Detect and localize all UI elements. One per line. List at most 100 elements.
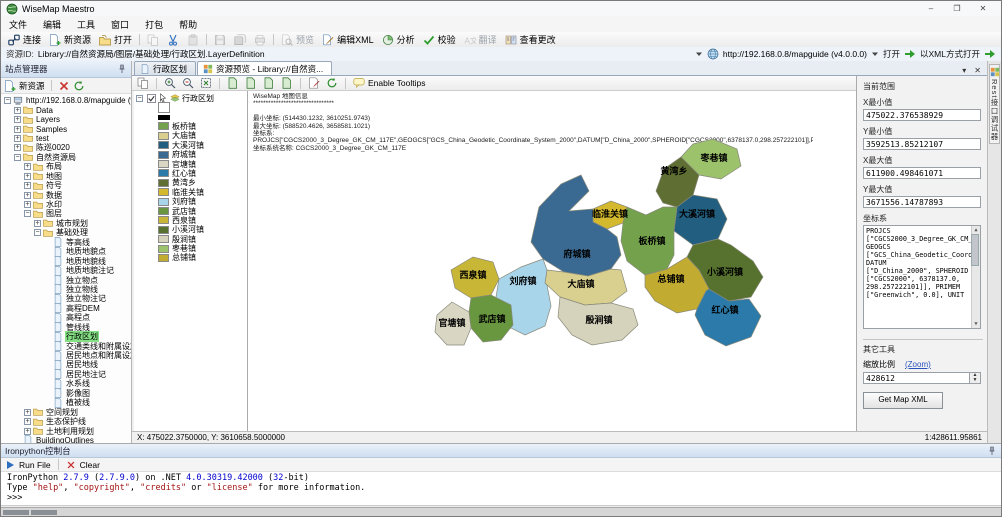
tree-expander-icon[interactable]: +	[24, 163, 31, 170]
tree-item-自然资源局[interactable]: −自然资源局	[1, 153, 131, 162]
open-xml-button[interactable]: 以XML方式打开	[920, 48, 980, 60]
enable-tooltips-toggle[interactable]: Enable Tooltips	[351, 77, 428, 89]
coordsys-textarea[interactable]: PROJCS ["CGCS2000_3_Degree_GK_CM_117E", …	[863, 225, 981, 329]
coordsys-scrollbar[interactable]: ▲▼	[971, 226, 980, 328]
tree-expander-icon[interactable]: +	[14, 135, 21, 142]
connect-button[interactable]: 连接	[4, 33, 45, 47]
tree-expander-icon[interactable]: +	[24, 173, 31, 180]
cut-button[interactable]	[163, 33, 183, 47]
edit-style-button[interactable]	[306, 77, 322, 89]
tree-item-布局[interactable]: +布局	[1, 162, 131, 171]
tree-expander-icon[interactable]: +	[14, 107, 21, 114]
tab-close-icon[interactable]: ✕	[974, 66, 981, 75]
tree-expander-icon[interactable]: −	[24, 210, 31, 217]
tree-expander-icon[interactable]: +	[14, 116, 21, 123]
tree-expander-icon[interactable]: +	[24, 428, 31, 435]
open-xml-arrow-icon[interactable]	[984, 48, 996, 60]
refresh-button[interactable]	[324, 77, 340, 89]
legend-item-总铺镇[interactable]: 总铺镇	[158, 253, 247, 262]
zoom-out-button[interactable]	[180, 77, 196, 89]
refresh-icon[interactable]	[73, 80, 85, 92]
paste-button[interactable]	[183, 33, 203, 47]
get-map-xml-button[interactable]: Get Map XML	[863, 392, 943, 409]
preview-option-button-4[interactable]	[279, 77, 295, 89]
map-canvas[interactable]: WiseMap 地图信息 ***************************…	[248, 91, 856, 431]
tree-expander-icon[interactable]: +	[24, 182, 31, 189]
zoom-link[interactable]: (Zoom)	[905, 360, 931, 369]
clear-button[interactable]: Clear	[80, 460, 100, 470]
tree-item-水印[interactable]: +水印	[1, 200, 131, 209]
tree-item-Layers[interactable]: +Layers	[1, 115, 131, 124]
legend-style-swatch[interactable]	[158, 103, 247, 112]
profile-button[interactable]: 分析	[378, 33, 419, 47]
save-button[interactable]	[210, 33, 230, 47]
pin-icon[interactable]	[987, 446, 997, 456]
legend-root-row[interactable]: −行政区划	[136, 93, 247, 103]
tree-expander-icon[interactable]: −	[4, 97, 11, 104]
sidebar-new-resource-button[interactable]: 新资源	[19, 80, 45, 92]
menu-item-3[interactable]: 窗口	[103, 16, 137, 33]
tab-list-dropdown-icon[interactable]: ▾	[962, 66, 966, 75]
print-button[interactable]	[250, 33, 270, 47]
menu-item-1[interactable]: 编辑	[35, 16, 69, 33]
minimize-button[interactable]: –	[918, 4, 944, 13]
maximize-button[interactable]: ❐	[944, 4, 970, 13]
extent-field-input[interactable]	[863, 109, 981, 121]
extent-field-input[interactable]	[863, 196, 981, 208]
zoom-extents-button[interactable]	[198, 77, 214, 89]
tree-expander-icon[interactable]: −	[34, 229, 41, 236]
tree-item-符号[interactable]: +符号	[1, 181, 131, 190]
history-dropdown-icon[interactable]	[695, 50, 703, 58]
tree-item-土地利用规划[interactable]: +土地利用规划	[1, 426, 131, 435]
pin-icon[interactable]	[117, 64, 127, 74]
rest-debugger-tab[interactable]: Rest接口调试器	[989, 64, 1000, 144]
extent-field-input[interactable]	[863, 167, 981, 179]
translate-button[interactable]: A文翻译	[460, 33, 501, 47]
edit-xml-button[interactable]: 编辑XML	[318, 33, 378, 47]
save-all-button[interactable]	[230, 33, 250, 47]
extent-field-input[interactable]	[863, 138, 981, 150]
delete-icon[interactable]	[58, 80, 70, 92]
validate-button[interactable]: 校验	[419, 33, 460, 47]
tree-expander-icon[interactable]: +	[24, 201, 31, 208]
copy-snapshot-button[interactable]	[135, 77, 151, 89]
tree-item-Samples[interactable]: +Samples	[1, 124, 131, 133]
zoom-spinner[interactable]: ▲▼	[970, 372, 981, 384]
tree-expander-icon[interactable]: +	[14, 144, 21, 151]
copy-button[interactable]	[143, 33, 163, 47]
tree-item-Data[interactable]: +Data	[1, 105, 131, 114]
tree-item-BuildingOutlines[interactable]: BuildingOutlines	[1, 436, 131, 443]
menu-item-5[interactable]: 帮助	[171, 16, 205, 33]
layer-visibility-checkbox[interactable]	[147, 94, 156, 103]
menu-item-2[interactable]: 工具	[69, 16, 103, 33]
zoom-in-button[interactable]	[162, 77, 178, 89]
menu-item-4[interactable]: 打包	[137, 16, 171, 33]
open-button[interactable]: 打开	[95, 33, 136, 47]
open-resource-button[interactable]: 打开	[883, 48, 900, 60]
preview-option-button-3[interactable]	[261, 77, 277, 89]
tree-expander-icon[interactable]: +	[24, 418, 31, 425]
new-resource-button[interactable]: 新资源	[45, 33, 95, 47]
open-arrow-icon[interactable]	[904, 48, 916, 60]
console-output[interactable]: IronPython 2.7.9 (2.7.9.0) on .NET 4.0.3…	[1, 472, 1001, 505]
tree-item-http://192.168.0.8/mapguide (v4.0.0.0)[interactable]: −http://192.168.0.8/mapguide (v4.0.0.0)	[1, 96, 131, 105]
tree-item-数据[interactable]: +数据	[1, 190, 131, 199]
server-url[interactable]: http://192.168.0.8/mapguide (v4.0.0.0)	[723, 49, 867, 59]
tree-item-地图[interactable]: +地图	[1, 172, 131, 181]
legend-expander-icon[interactable]: −	[136, 95, 143, 102]
preview-option-button-1[interactable]	[225, 77, 241, 89]
preview-button[interactable]: 预览	[277, 33, 318, 47]
tree-expander-icon[interactable]: +	[34, 220, 41, 227]
tree-expander-icon[interactable]: −	[14, 154, 21, 161]
tree-expander-icon[interactable]: +	[14, 126, 21, 133]
run-file-button[interactable]: Run File	[19, 460, 51, 470]
menu-item-0[interactable]: 文件	[1, 16, 35, 33]
preview-option-button-2[interactable]	[243, 77, 259, 89]
tab-xingzhengquhua[interactable]: 行政区划	[134, 61, 196, 75]
region-map[interactable]: 枣巷镇黄湾乡大溪河镇临淮关镇板桥镇府城镇小溪河镇总铺镇红心镇大庙镇刘府镇西泉镇武…	[431, 139, 771, 364]
server-dropdown-icon[interactable]	[871, 50, 879, 58]
tab-resource-preview[interactable]: 资源预览 - Library://自然资...	[197, 61, 332, 75]
tree-expander-icon[interactable]: +	[24, 192, 31, 199]
view-changes-button[interactable]: 查看更改	[501, 33, 560, 47]
tree-expander-icon[interactable]: +	[24, 409, 31, 416]
